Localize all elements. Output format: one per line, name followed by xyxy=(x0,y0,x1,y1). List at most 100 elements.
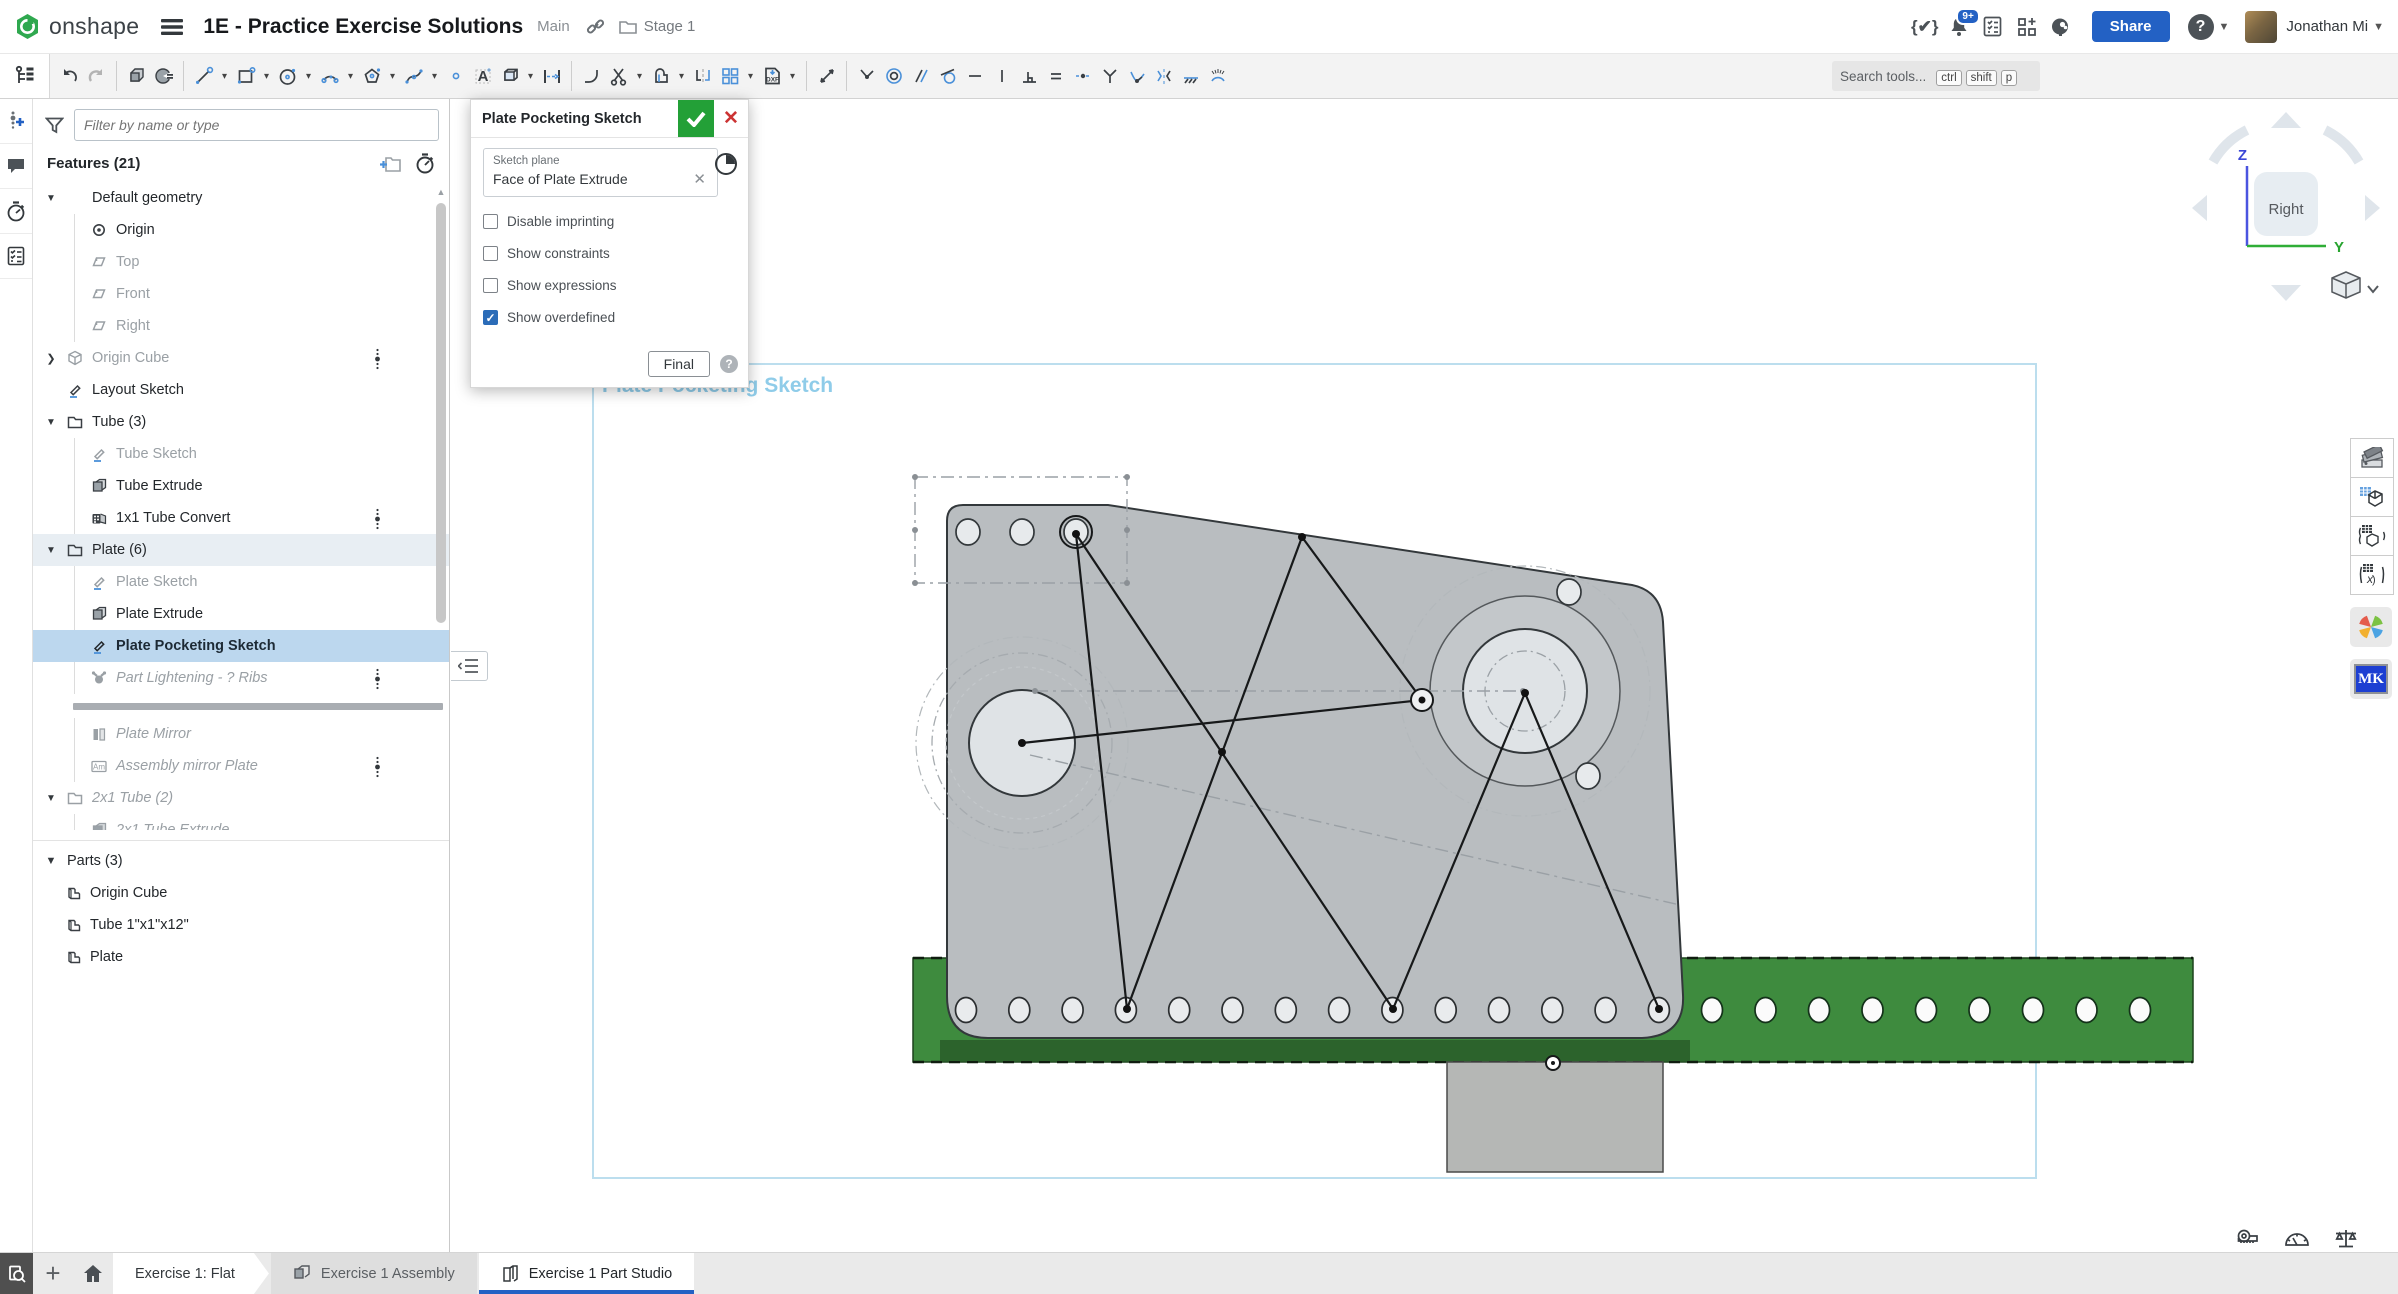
circle-tool-icon[interactable] xyxy=(274,60,301,92)
horizontal-tool-icon[interactable] xyxy=(961,60,988,92)
defer-update-icon[interactable] xyxy=(714,152,738,176)
tree-item-2x1-tube-extrude[interactable]: 2x1 Tube Extrude xyxy=(33,814,449,830)
spline-tool-icon[interactable] xyxy=(400,60,427,92)
tool-search[interactable]: Search tools... ctrlshiftp xyxy=(1832,61,2040,91)
rect-tool-icon[interactable] xyxy=(232,60,259,92)
part-item-tube-1-x1-x12[interactable]: Tube 1"x1"x12" xyxy=(33,909,449,941)
rollback-history-icon[interactable] xyxy=(415,153,435,174)
add-folder-icon[interactable] xyxy=(380,155,401,172)
polygon-tool-icon[interactable] xyxy=(358,60,385,92)
expander-icon[interactable]: ▼ xyxy=(43,545,59,556)
dropdown-caret-icon[interactable]: ▾ xyxy=(427,60,442,92)
view-cube-face-label[interactable]: Right xyxy=(2268,201,2304,218)
redo-tool-icon[interactable] xyxy=(83,60,110,92)
menu-icon[interactable] xyxy=(161,18,183,36)
tree-item-layout-sketch[interactable]: Layout Sketch xyxy=(33,374,449,406)
equal-tool-icon[interactable] xyxy=(1042,60,1069,92)
tube-hole-row[interactable] xyxy=(1702,998,2151,1023)
dropdown-caret-icon[interactable]: ▾ xyxy=(343,60,358,92)
trim-tool-icon[interactable] xyxy=(605,60,632,92)
dropdown-caret-icon[interactable]: ▾ xyxy=(301,60,316,92)
mk-app-icon[interactable]: MK xyxy=(2350,659,2392,699)
configurations-icon[interactable] xyxy=(2350,517,2394,556)
dropdown-caret-icon[interactable]: ▾ xyxy=(632,60,647,92)
drag-handle-dots-icon[interactable] xyxy=(374,508,381,530)
dropdown-caret-icon[interactable]: ▾ xyxy=(523,60,538,92)
checkbox-show-overdefined[interactable]: ✓Show overdefined xyxy=(483,310,736,325)
checkbox-show-constraints[interactable]: Show constraints xyxy=(483,246,736,261)
share-button[interactable]: Share xyxy=(2092,11,2170,42)
user-menu-caret-icon[interactable]: ▼ xyxy=(2373,21,2384,33)
help-button[interactable]: ? xyxy=(2188,14,2214,40)
pattern-tool-icon[interactable] xyxy=(716,60,743,92)
text-tool-icon[interactable]: A xyxy=(469,60,496,92)
tree-item-origin-cube[interactable]: ❯Origin Cube xyxy=(33,342,449,374)
color-pinwheel-app-icon[interactable] xyxy=(2350,607,2392,647)
dialog-help-icon[interactable]: ? xyxy=(720,355,738,373)
part-item-origin-cube[interactable]: Origin Cube xyxy=(33,877,449,909)
tab-search-button[interactable] xyxy=(0,1253,33,1294)
plate-part[interactable] xyxy=(916,505,1683,1038)
vertical-tool-icon[interactable] xyxy=(988,60,1015,92)
lathe-tool-icon[interactable] xyxy=(150,60,177,92)
dialog-list-handle[interactable] xyxy=(451,651,488,681)
tree-item-right[interactable]: Right xyxy=(33,310,449,342)
sketch-plane-field[interactable]: Sketch plane Face of Plate Extrude ✕ xyxy=(483,148,718,197)
stage-breadcrumb[interactable]: Stage 1 xyxy=(619,18,696,35)
curvature-tool-icon[interactable] xyxy=(1123,60,1150,92)
rollback-bar[interactable] xyxy=(33,694,449,718)
protractor-icon[interactable] xyxy=(2284,1228,2310,1250)
clear-selection-icon[interactable]: ✕ xyxy=(691,170,708,188)
tree-item-tube-3[interactable]: ▼Tube (3) xyxy=(33,406,449,438)
checkbox-box[interactable] xyxy=(483,246,498,261)
measure-tool-icon[interactable] xyxy=(813,60,840,92)
named-views-icon[interactable] xyxy=(2350,478,2394,517)
doc-tab-exercise-1-flat[interactable]: Exercise 1: Flat xyxy=(113,1253,269,1294)
midpoint-tool-icon[interactable] xyxy=(1069,60,1096,92)
tree-item-plate-pocketing-sketch[interactable]: Plate Pocketing Sketch xyxy=(33,630,449,662)
user-name[interactable]: Jonathan Mi xyxy=(2286,18,2368,35)
insert-plus-icon[interactable] xyxy=(0,99,32,144)
fillet-tool-icon[interactable] xyxy=(578,60,605,92)
checkbox-disable-imprinting[interactable]: Disable imprinting xyxy=(483,214,736,229)
tube-cross-section[interactable] xyxy=(1447,1062,1663,1172)
dialog-cancel-button[interactable]: ✕ xyxy=(714,100,748,137)
dropdown-caret-icon[interactable]: ▾ xyxy=(385,60,400,92)
dxf-tool-icon[interactable]: DXF xyxy=(758,60,785,92)
view-cube[interactable]: Right Z Y xyxy=(2192,112,2380,301)
checklist-icon[interactable] xyxy=(0,234,32,279)
tree-item-plate-sketch[interactable]: Plate Sketch xyxy=(33,566,449,598)
variables-icon[interactable]: x) xyxy=(2350,556,2394,595)
dropdown-caret-icon[interactable]: ▾ xyxy=(743,60,758,92)
perpendicular-tool-icon[interactable] xyxy=(1015,60,1042,92)
notifications-icon[interactable]: 9+ xyxy=(1942,10,1976,44)
drag-handle-dots-icon[interactable] xyxy=(374,348,381,370)
learning-icon[interactable] xyxy=(2044,10,2078,44)
dropdown-caret-icon[interactable]: ▾ xyxy=(785,60,800,92)
dialog-accept-button[interactable] xyxy=(678,100,714,137)
onshape-logo[interactable]: onshape xyxy=(14,13,139,40)
mass-scale-icon[interactable] xyxy=(2334,1228,2358,1250)
expander-icon[interactable]: ▼ xyxy=(43,193,59,204)
expander-icon[interactable]: ▼ xyxy=(43,793,59,804)
dropdown-caret-icon[interactable]: ▾ xyxy=(674,60,689,92)
fix-tool-icon[interactable] xyxy=(1177,60,1204,92)
view-options-button[interactable] xyxy=(2332,272,2378,298)
feature-list-toggle[interactable] xyxy=(0,54,50,98)
parts-header-row[interactable]: ▼ Parts (3) xyxy=(33,845,449,877)
final-button[interactable]: Final xyxy=(648,351,710,377)
tree-item-plate-6[interactable]: ▼Plate (6) xyxy=(33,534,449,566)
tree-item-part-lightening-ribs[interactable]: Part Lightening - ? Ribs xyxy=(33,662,449,694)
slot-tool-icon[interactable] xyxy=(496,60,523,92)
dropdown-caret-icon[interactable]: ▾ xyxy=(217,60,232,92)
help-caret-icon[interactable]: ▼ xyxy=(2219,21,2230,33)
tape-measure-icon[interactable] xyxy=(2234,1228,2260,1250)
symmetric-tool-icon[interactable] xyxy=(1150,60,1177,92)
tree-item-top[interactable]: Top xyxy=(33,246,449,278)
drag-handle-dots-icon[interactable] xyxy=(374,756,381,778)
tree-item-plate-extrude[interactable]: Plate Extrude xyxy=(33,598,449,630)
home-tab-button[interactable] xyxy=(73,1253,113,1294)
tree-item-2x1-tube-2[interactable]: ▼2x1 Tube (2) xyxy=(33,782,449,814)
feature-filter-input[interactable] xyxy=(74,109,439,141)
tasks-icon[interactable] xyxy=(1976,10,2010,44)
